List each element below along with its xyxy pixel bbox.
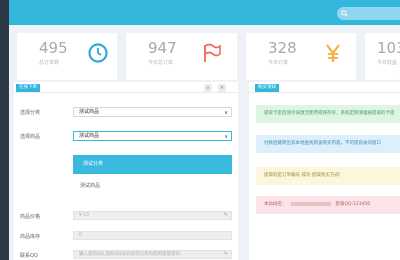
- stat-value: 947: [148, 39, 177, 57]
- qq-input[interactable]: 输入您的QQ,您的QQ号码也可以作为您的提取密码 ✎: [73, 250, 232, 259]
- order-panel-tab[interactable]: 在线下单: [16, 84, 40, 92]
- search-icon: [341, 10, 348, 17]
- flag-icon: [204, 43, 221, 62]
- collapse-button[interactable]: ∨: [204, 84, 212, 92]
- price-value: ¥ 10: [79, 213, 90, 218]
- notice-panel-tab[interactable]: 购买须知: [255, 84, 279, 92]
- stat-value: 328: [268, 39, 297, 57]
- notice-alert-info: 付款后跳转出去本地查找到该购买内容，不可提前关闭窗口: [256, 135, 400, 153]
- notice-alert-text: 提取的是订单编号 成功 提取购买方式!: [264, 173, 341, 178]
- dropdown-option[interactable]: 测试商品: [80, 182, 100, 189]
- notice-alert-warning: 提取的是订单编号 成功 提取购买方式!: [256, 167, 400, 185]
- dropdown-option-selected[interactable]: 测试分类: [73, 155, 232, 174]
- stat-label: 总订单数: [39, 60, 60, 66]
- category-select[interactable]: 测试商品 ∨: [73, 107, 232, 117]
- stat-label: 今日订单: [268, 60, 289, 66]
- redacted-domain: [290, 201, 331, 206]
- stock-field: 0: [73, 231, 232, 240]
- price-label: 商品价格: [20, 214, 41, 220]
- qq-label: 联系QQ: [20, 253, 38, 259]
- stat-label: 今日总订单: [148, 60, 174, 66]
- chevron-down-icon: ∨: [224, 110, 228, 116]
- category-select-value: 测试商品: [79, 109, 100, 115]
- qq-placeholder: 输入您的QQ,您的QQ号码也可以作为您的提取密码: [79, 252, 181, 257]
- stat-card-today-orders: 328 今日订单: [246, 33, 356, 80]
- stat-card-today-total: 947 今日总订单: [126, 33, 237, 80]
- price-field: ¥ 10 ✎: [73, 211, 232, 220]
- stock-value: 0: [79, 233, 82, 238]
- top-bar: [9, 0, 400, 25]
- notice-panel-header: 购买须知: [249, 82, 400, 93]
- order-panel-header: 在线下单 ∨ ×: [14, 82, 238, 93]
- stat-value: 495: [39, 39, 68, 57]
- notice-alert-success: 提取卡密后请尽快激活使用或保存好，系统定期清理被提取的卡密: [256, 105, 400, 123]
- product-label: 选择商品: [20, 134, 41, 140]
- stat-label: 今日收益: [377, 60, 398, 66]
- stat-value: 103: [377, 39, 400, 57]
- close-button[interactable]: ×: [218, 84, 226, 92]
- edit-icon: ✎: [223, 212, 228, 218]
- stat-card-total-orders: 495 总订单数: [17, 33, 117, 80]
- chevron-down-icon: ∨: [224, 134, 228, 140]
- stat-card-today-income: 103 今日收益: [365, 33, 400, 80]
- category-label: 选择分类: [20, 110, 41, 116]
- clock-icon: [88, 43, 108, 63]
- notice-alert-danger: 本站域名： 客服QQ:123456: [256, 196, 400, 214]
- edit-icon: ✎: [223, 251, 228, 257]
- site-domain-label: 本站域名：: [264, 202, 287, 207]
- sidebar: [0, 0, 9, 260]
- yen-icon: [326, 44, 340, 62]
- search-box[interactable]: [337, 7, 400, 20]
- support-qq: 客服QQ:123456: [335, 202, 371, 207]
- product-select-value: 测试商品: [79, 133, 100, 139]
- product-select[interactable]: 测试商品 ∨: [73, 131, 232, 141]
- stock-label: 商品库存: [20, 234, 41, 240]
